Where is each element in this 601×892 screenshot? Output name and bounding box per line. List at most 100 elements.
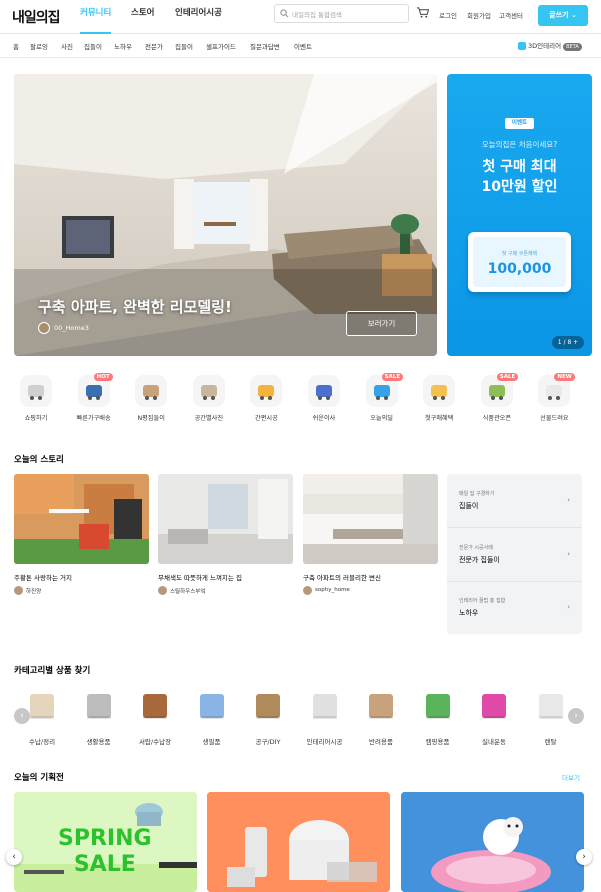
subnav-selfguide[interactable]: 셀프가이드 bbox=[206, 41, 236, 51]
exhibition-card-kitchen[interactable] bbox=[207, 792, 390, 892]
category-delivery-truck[interactable]: HOT 빠른가구배송 bbox=[72, 373, 116, 422]
side-item-housewarming[interactable]: 매일 집 구경하기 집들이 › bbox=[459, 490, 574, 511]
product-category-item[interactable]: 생활용품 bbox=[74, 686, 124, 746]
write-button-label: 글쓰기 bbox=[549, 11, 569, 19]
product-category-label: 서랍/수납장 bbox=[138, 738, 172, 746]
chevron-right-icon: › bbox=[567, 603, 570, 611]
hero-banner[interactable]: 구축 아파트, 완벽한 리모델링! 00_Home3 보러가기 bbox=[14, 74, 437, 356]
side-item-expert[interactable]: 전문가 시공사례 전문가 집들이 › bbox=[459, 544, 574, 565]
story-card[interactable]: 구축 아파트의 러블리한 변신 sophy_home bbox=[303, 474, 438, 595]
product-category-item[interactable]: 렌탈 bbox=[526, 686, 576, 746]
category-gift-dome[interactable]: NEW 선물드려요 bbox=[532, 373, 576, 422]
category-house[interactable]: N평집들이 bbox=[129, 375, 173, 422]
nav-community[interactable]: 커뮤니티 bbox=[80, 0, 112, 34]
story-image bbox=[14, 474, 149, 564]
story-user: sophy_home bbox=[303, 586, 438, 595]
three-d-interior-link[interactable]: 3D인테리어 BETA bbox=[518, 40, 582, 51]
story-image bbox=[158, 474, 293, 564]
coupon-card: 첫 구매 쿠폰혜택 100,000 bbox=[468, 232, 571, 292]
search-input[interactable]: 내일의집 통합검색 bbox=[274, 4, 409, 23]
site-logo[interactable]: 내일의집 bbox=[12, 7, 61, 27]
hero-view-button[interactable]: 보러가기 bbox=[346, 311, 417, 336]
login-link[interactable]: 로그인 bbox=[439, 10, 457, 20]
category-shopping-cart[interactable]: 쇼핑하기 bbox=[14, 375, 58, 422]
nav-interior[interactable]: 인테리어시공 bbox=[175, 0, 222, 34]
promo-headline-line2: 10만원 할인 bbox=[481, 179, 558, 195]
category-coupon[interactable]: 첫구매혜택 bbox=[417, 375, 461, 422]
product-category-item[interactable]: 생필품 bbox=[187, 686, 237, 746]
subnav-housewarming[interactable]: 집들이 bbox=[84, 41, 102, 51]
side-item-knowhow[interactable]: 인테리어 꿀팁 총 집합 노하우 › bbox=[459, 597, 574, 618]
story-card[interactable]: 무채색도 따뜻하게 느껴지는 집 스틸하우스부엌 bbox=[158, 474, 293, 595]
badge-hot: HOT bbox=[93, 373, 113, 381]
story-card[interactable]: 주황톤 사랑하는 거지 하진양 bbox=[14, 474, 149, 595]
subnav-housewarming-2[interactable]: 집들이 bbox=[175, 41, 193, 51]
exhibition-card-spring[interactable]: SPRING SALE bbox=[14, 792, 197, 892]
subnav-qna[interactable]: 질문과답변 bbox=[250, 41, 280, 51]
subnav-photos[interactable]: 사진 bbox=[61, 41, 73, 51]
category-worker[interactable]: 간편시공 bbox=[244, 375, 288, 422]
product-categories-title: 카테고리별 상품 찾기 bbox=[14, 666, 91, 676]
armchair-icon bbox=[200, 385, 217, 400]
side-item-main: 전문가 집들이 bbox=[459, 556, 500, 564]
side-item-main: 노하우 bbox=[459, 609, 479, 617]
product-category-image bbox=[22, 686, 62, 726]
cart-icon[interactable] bbox=[416, 6, 429, 19]
promo-question: 오늘의집은 처음이세요? bbox=[481, 140, 558, 149]
product-category-label: 인테리어시공 bbox=[306, 738, 343, 746]
product-category-item[interactable]: 캠핑용품 bbox=[413, 686, 463, 746]
subnav-following[interactable]: 팔로잉 bbox=[30, 41, 48, 51]
product-category-image bbox=[305, 686, 345, 726]
exhibition-card-pet[interactable] bbox=[401, 792, 584, 892]
category-moving-cart[interactable]: 쉬운이사 bbox=[302, 375, 346, 422]
category-alarm-clock[interactable]: SALE 오늘의딜 bbox=[360, 373, 404, 422]
subnav-home[interactable]: 홈 bbox=[13, 41, 19, 51]
exhibition-prev-icon[interactable]: ‹ bbox=[6, 849, 22, 865]
side-item-sub: 매일 집 구경하기 bbox=[459, 491, 495, 497]
nav-store[interactable]: 스토어 bbox=[131, 0, 154, 34]
spring-line: SPRING bbox=[58, 826, 152, 851]
top-header: 내일의집 커뮤니티 스토어 인테리어시공 내일의집 통합검색 로그인 회원가입 … bbox=[0, 0, 601, 34]
category-icon-box: SALE bbox=[480, 373, 519, 407]
grocery-bag-icon bbox=[488, 385, 505, 400]
subnav-experts[interactable]: 전문가 bbox=[145, 41, 163, 51]
write-button[interactable]: 글쓰기 ⌄ bbox=[538, 5, 588, 26]
category-grocery-bag[interactable]: SALE 식품관오픈 bbox=[475, 373, 519, 422]
subnav-knowhow[interactable]: 노하우 bbox=[114, 41, 132, 51]
cube-icon bbox=[518, 42, 526, 50]
category-icon-box bbox=[250, 375, 283, 407]
product-category-item[interactable]: 반려용품 bbox=[356, 686, 406, 746]
category-icon-box: SALE bbox=[365, 373, 404, 407]
product-category-image bbox=[192, 686, 232, 726]
product-category-image bbox=[135, 686, 175, 726]
product-category-item[interactable]: 실내운동 bbox=[469, 686, 519, 746]
banner-pager[interactable]: 1 / 8 + bbox=[552, 336, 584, 349]
promo-tag: 이벤트 bbox=[505, 118, 534, 129]
product-category-item[interactable]: 서랍/수납장 bbox=[130, 686, 180, 746]
category-label: 간편시공 bbox=[255, 415, 278, 422]
signup-link[interactable]: 회원가입 bbox=[467, 10, 491, 20]
promo-banner[interactable]: 이벤트 오늘의집은 처음이세요? 첫 구매 최대 10만원 할인 첫 구매 쿠폰혜… bbox=[447, 74, 592, 356]
three-d-label: 3D인테리어 bbox=[528, 42, 562, 50]
category-icon-box: NEW bbox=[538, 373, 575, 407]
category-label: 빠른가구배송 bbox=[76, 415, 111, 422]
category-armchair[interactable]: 공간별사진 bbox=[187, 375, 231, 422]
product-category-label: 렌탈 bbox=[544, 738, 557, 746]
product-category-item[interactable]: 수납/정리 bbox=[17, 686, 67, 746]
category-icon-box bbox=[192, 375, 225, 407]
coupon-label: 첫 구매 쿠폰혜택 bbox=[501, 251, 538, 257]
product-category-item[interactable]: 인테리어시공 bbox=[300, 686, 350, 746]
divider bbox=[447, 527, 582, 528]
more-link[interactable]: 더보기 bbox=[562, 772, 580, 782]
exhibition-next-icon[interactable]: › bbox=[576, 849, 592, 865]
category-label: 첫구매혜택 bbox=[424, 415, 454, 422]
product-category-item[interactable]: 공구/DIY bbox=[243, 686, 293, 746]
beta-badge: BETA bbox=[563, 43, 582, 51]
subnav-events[interactable]: 이벤트 bbox=[294, 41, 312, 51]
hero-username[interactable]: 00_Home3 bbox=[54, 324, 89, 332]
help-link[interactable]: 고객센터 bbox=[499, 10, 523, 20]
story-user: 스틸하우스부엌 bbox=[158, 586, 293, 595]
stories-title: 오늘의 스토리 bbox=[14, 455, 64, 465]
divider bbox=[447, 581, 582, 582]
side-item-main: 집들이 bbox=[459, 502, 479, 510]
